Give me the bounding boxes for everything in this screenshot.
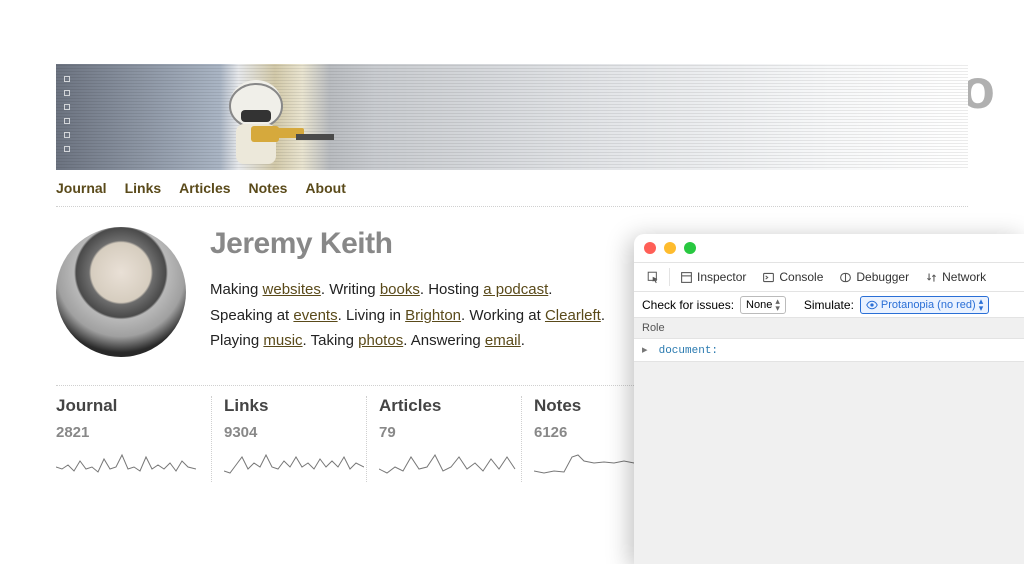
link-books[interactable]: books — [380, 281, 420, 298]
link-events[interactable]: events — [293, 307, 337, 324]
eye-icon — [866, 299, 878, 311]
stat-label: Journal — [56, 396, 211, 416]
chevron-updown-icon: ▴▾ — [775, 298, 780, 312]
role-column-header: Role — [634, 318, 1024, 339]
network-icon — [925, 271, 938, 284]
stat-count: 79 — [379, 424, 521, 441]
nav-links[interactable]: Links — [125, 180, 162, 196]
check-issues-label: Check for issues: — [642, 298, 734, 312]
tab-inspector[interactable]: Inspector — [674, 266, 752, 288]
close-icon[interactable] — [644, 242, 656, 254]
devtools-window: Inspector Console Debugger Network Check… — [634, 234, 1024, 564]
tree-node-document[interactable]: document: — [659, 345, 718, 357]
site-nav: Journal Links Articles Notes About — [56, 170, 968, 207]
avatar — [56, 227, 186, 357]
maximize-icon[interactable] — [684, 242, 696, 254]
sparkline — [224, 447, 364, 477]
banner-figure — [196, 74, 346, 170]
link-photos[interactable]: photos — [358, 332, 403, 349]
console-icon — [762, 271, 775, 284]
link-email[interactable]: email — [485, 332, 521, 349]
devtools-tabs: Inspector Console Debugger Network — [634, 262, 1024, 292]
nav-about[interactable]: About — [305, 180, 345, 196]
debugger-icon — [839, 271, 852, 284]
bio: Jeremy Keith Making websites. Writing bo… — [210, 227, 605, 357]
check-issues-select[interactable]: None ▴▾ — [740, 296, 786, 314]
link-podcast[interactable]: a podcast — [483, 281, 548, 298]
link-brighton[interactable]: Brighton — [405, 307, 461, 324]
window-titlebar[interactable] — [634, 234, 1024, 262]
stat-label: Articles — [379, 396, 521, 416]
pointer-box-icon — [647, 271, 660, 284]
pick-element-button[interactable] — [642, 267, 665, 288]
chevron-updown-icon: ▴▾ — [979, 298, 984, 312]
nav-notes[interactable]: Notes — [249, 180, 288, 196]
stat-journal[interactable]: Journal 2821 — [56, 396, 211, 482]
expand-arrow-icon[interactable]: ▸ — [642, 343, 652, 357]
devtools-body: Role ▸ document: — [634, 318, 1024, 564]
devtools-filter-bar: Check for issues: None ▴▾ Simulate: Prot… — [634, 292, 1024, 318]
sparkline — [379, 447, 519, 477]
film-holes — [64, 76, 70, 152]
banner-image — [56, 64, 968, 170]
stat-label: Links — [224, 396, 366, 416]
stat-count: 2821 — [56, 424, 211, 441]
simulate-label: Simulate: — [804, 298, 854, 312]
nav-articles[interactable]: Articles — [179, 180, 230, 196]
inspector-icon — [680, 271, 693, 284]
minimize-icon[interactable] — [664, 242, 676, 254]
accessibility-tree[interactable]: ▸ document: — [634, 339, 1024, 362]
stat-count: 9304 — [224, 424, 366, 441]
link-music[interactable]: music — [263, 332, 302, 349]
link-clearleft[interactable]: Clearleft — [545, 307, 601, 324]
stat-articles[interactable]: Articles 79 — [366, 396, 521, 482]
nav-journal[interactable]: Journal — [56, 180, 107, 196]
profile-name: Jeremy Keith — [210, 227, 605, 261]
bio-text: Making websites. Writing books. Hosting … — [210, 277, 605, 354]
tab-console[interactable]: Console — [756, 266, 829, 288]
simulate-select[interactable]: Protanopia (no red) ▴▾ — [860, 296, 989, 314]
sparkline — [56, 447, 196, 477]
stat-links[interactable]: Links 9304 — [211, 396, 366, 482]
tab-network[interactable]: Network — [919, 266, 992, 288]
tab-debugger[interactable]: Debugger — [833, 266, 915, 288]
link-websites[interactable]: websites — [263, 281, 321, 298]
